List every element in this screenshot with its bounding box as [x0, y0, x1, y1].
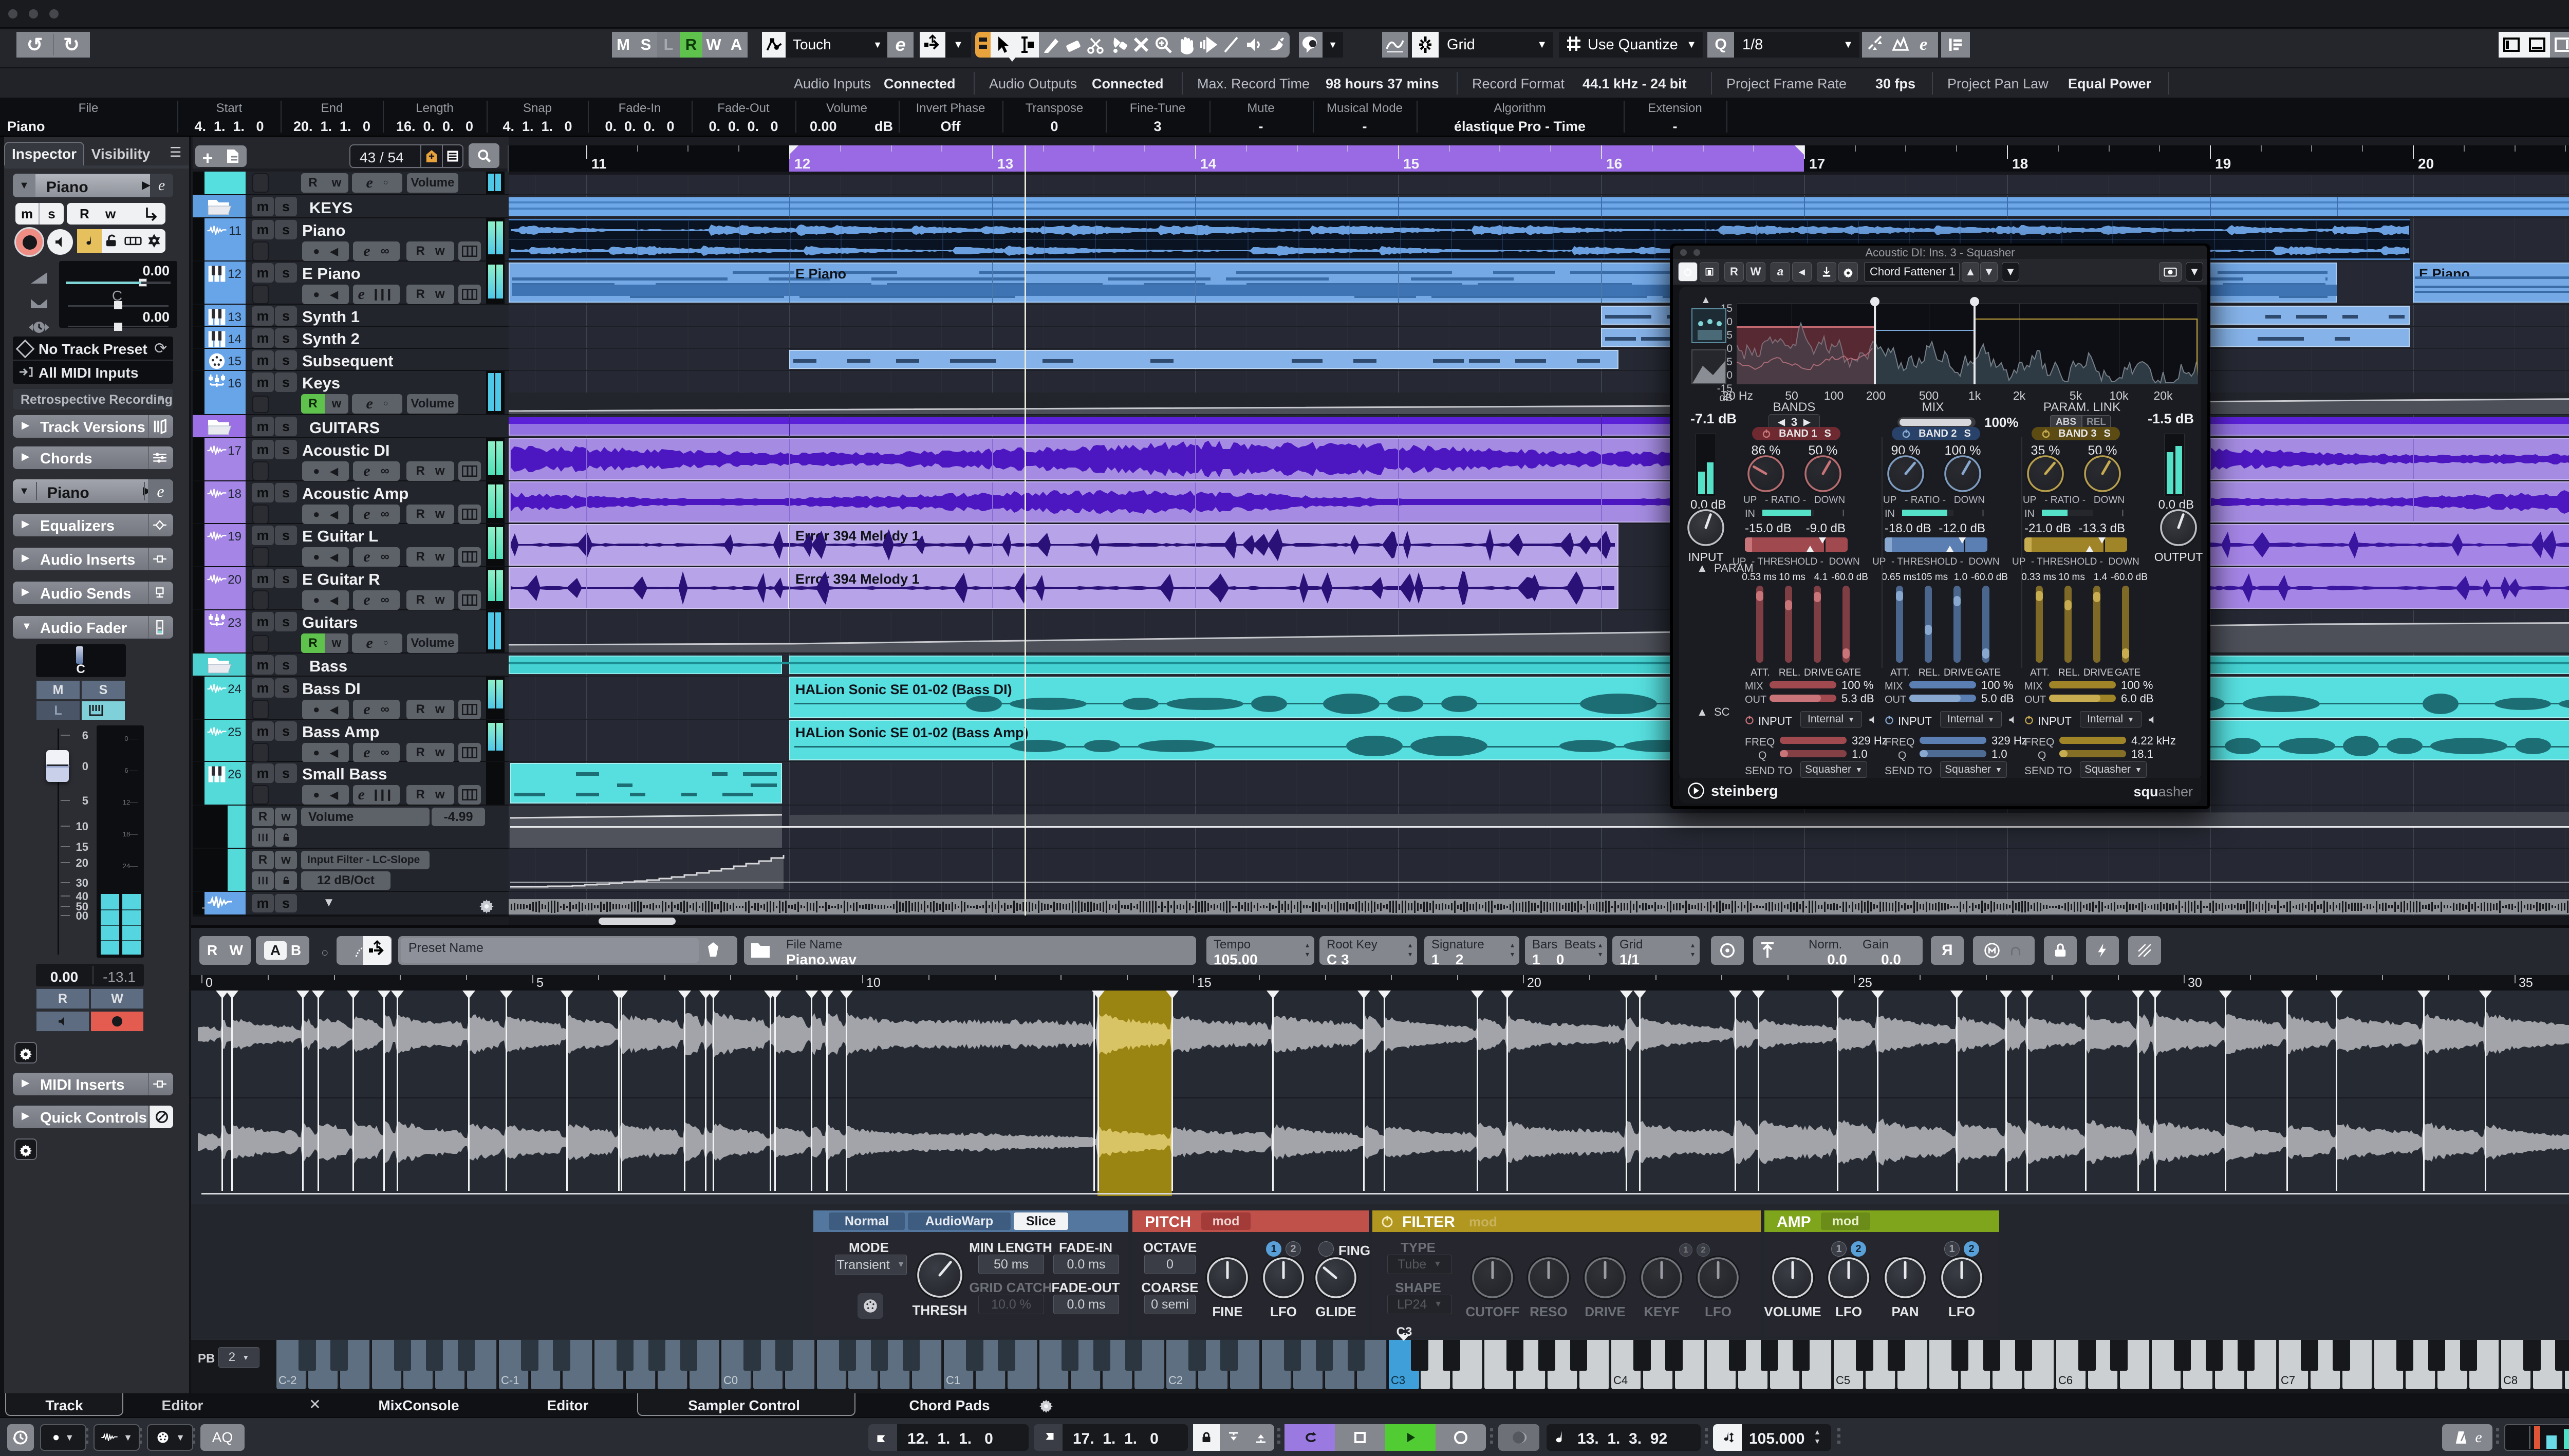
svg-text:e: e — [1920, 35, 1927, 54]
